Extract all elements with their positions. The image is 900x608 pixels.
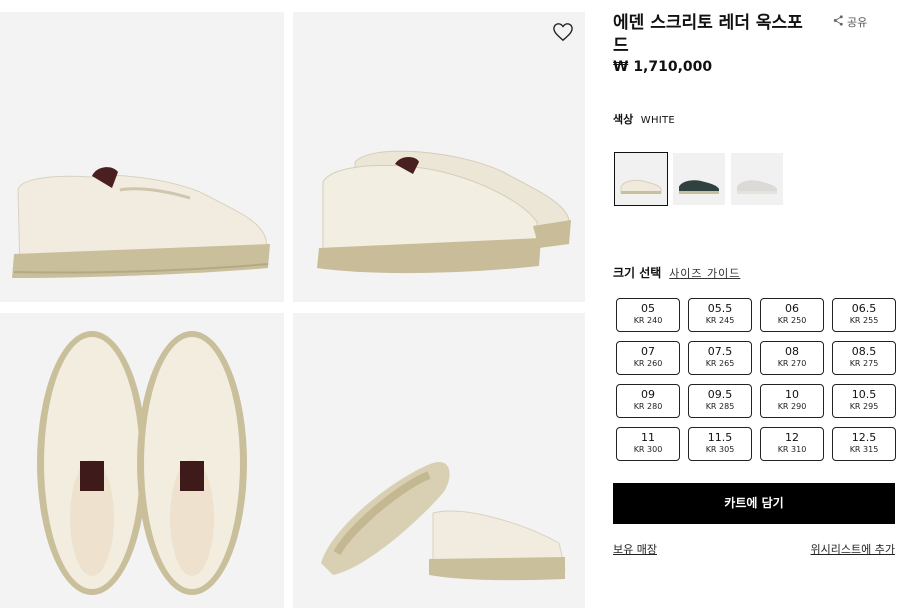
swatch-dark-green[interactable] bbox=[673, 153, 725, 205]
size-option[interactable]: 07.5 KR 265 bbox=[688, 341, 752, 375]
size-kr: KR 295 bbox=[849, 402, 879, 411]
size-eu: 12.5 bbox=[851, 431, 877, 444]
product-image-sole[interactable] bbox=[293, 313, 585, 608]
size-kr: KR 305 bbox=[705, 445, 735, 454]
color-value: WHITE bbox=[640, 115, 676, 126]
color-selector-label: 색상 WHITE bbox=[613, 111, 675, 127]
swatch-light-grey[interactable] bbox=[731, 153, 783, 205]
size-eu: 06 bbox=[785, 302, 799, 315]
size-kr: KR 270 bbox=[777, 359, 807, 368]
size-kr: KR 300 bbox=[633, 445, 663, 454]
size-option[interactable]: 10.5 KR 295 bbox=[832, 384, 896, 418]
size-eu: 11 bbox=[641, 431, 655, 444]
shoe-side-illustration bbox=[12, 167, 270, 278]
size-option[interactable]: 10 KR 290 bbox=[760, 384, 824, 418]
product-title: 에덴 스크리토 레더 옥스포드 bbox=[613, 13, 803, 56]
size-option[interactable]: 12.5 KR 315 bbox=[832, 427, 896, 461]
size-label: 크기 선택 bbox=[613, 266, 662, 280]
product-image-top[interactable] bbox=[0, 313, 284, 608]
size-option[interactable]: 06.5 KR 255 bbox=[832, 298, 896, 332]
size-kr: KR 275 bbox=[849, 359, 879, 368]
size-eu: 10.5 bbox=[851, 388, 877, 401]
size-option[interactable]: 11 KR 300 bbox=[616, 427, 680, 461]
size-eu: 05.5 bbox=[707, 302, 733, 315]
shoe-pair-illustration bbox=[317, 150, 571, 274]
size-kr: KR 245 bbox=[705, 316, 735, 325]
size-eu: 08 bbox=[785, 345, 799, 358]
size-kr: KR 285 bbox=[705, 402, 735, 411]
shoe-sole-illustration bbox=[321, 461, 566, 581]
size-eu: 07.5 bbox=[707, 345, 733, 358]
size-option[interactable]: 07 KR 260 bbox=[616, 341, 680, 375]
size-eu: 12 bbox=[785, 431, 799, 444]
size-eu: 08.5 bbox=[851, 345, 877, 358]
size-kr: KR 265 bbox=[705, 359, 735, 368]
size-option[interactable]: 08.5 KR 275 bbox=[832, 341, 896, 375]
size-kr: KR 260 bbox=[633, 359, 663, 368]
product-image-angle[interactable] bbox=[293, 12, 585, 302]
size-eu: 06.5 bbox=[851, 302, 877, 315]
add-to-wishlist-link[interactable]: 위시리스트에 추가 bbox=[811, 541, 895, 557]
size-option[interactable]: 05.5 KR 245 bbox=[688, 298, 752, 332]
store-availability-link[interactable]: 보유 매장 bbox=[613, 541, 657, 557]
size-kr: KR 315 bbox=[849, 445, 879, 454]
size-option[interactable]: 06 KR 250 bbox=[760, 298, 824, 332]
size-eu: 07 bbox=[641, 345, 655, 358]
size-option[interactable]: 09 KR 280 bbox=[616, 384, 680, 418]
size-kr: KR 240 bbox=[633, 316, 663, 325]
size-kr: KR 280 bbox=[633, 402, 663, 411]
product-image-side[interactable] bbox=[0, 12, 284, 302]
color-swatches bbox=[614, 152, 783, 206]
add-to-cart-button[interactable]: 카트에 담기 bbox=[613, 483, 895, 524]
size-eu: 05 bbox=[641, 302, 655, 315]
size-eu: 09.5 bbox=[707, 388, 733, 401]
size-kr: KR 310 bbox=[777, 445, 807, 454]
size-kr: KR 250 bbox=[777, 316, 807, 325]
size-guide-link[interactable]: 사이즈 가이드 bbox=[669, 267, 740, 280]
shoe-top-illustration bbox=[37, 331, 247, 595]
size-option[interactable]: 08 KR 270 bbox=[760, 341, 824, 375]
product-gallery bbox=[0, 12, 585, 608]
size-eu: 10 bbox=[785, 388, 799, 401]
size-kr: KR 255 bbox=[849, 316, 879, 325]
size-eu: 09 bbox=[641, 388, 655, 401]
swatch-white[interactable] bbox=[614, 152, 668, 206]
size-option[interactable]: 09.5 KR 285 bbox=[688, 384, 752, 418]
product-info-panel: 에덴 스크리토 레더 옥스포드 공유 ₩ 1,710,000 색상 WHITE … bbox=[613, 0, 896, 608]
size-option[interactable]: 11.5 KR 305 bbox=[688, 427, 752, 461]
size-option[interactable]: 05 KR 240 bbox=[616, 298, 680, 332]
product-price: ₩ 1,710,000 bbox=[613, 59, 713, 75]
size-eu: 11.5 bbox=[707, 431, 733, 444]
size-option[interactable]: 12 KR 310 bbox=[760, 427, 824, 461]
share-button[interactable]: 공유 bbox=[833, 14, 867, 30]
heart-icon[interactable] bbox=[552, 22, 574, 42]
share-label: 공유 bbox=[847, 16, 868, 29]
size-kr: KR 290 bbox=[777, 402, 807, 411]
size-grid: 05 KR 240 05.5 KR 245 06 KR 250 06.5 KR 255 … bbox=[616, 298, 896, 461]
share-icon bbox=[833, 15, 844, 29]
size-selector-label: 크기 선택 사이즈 가이드 bbox=[613, 264, 740, 281]
color-label: 색상 bbox=[613, 113, 634, 126]
